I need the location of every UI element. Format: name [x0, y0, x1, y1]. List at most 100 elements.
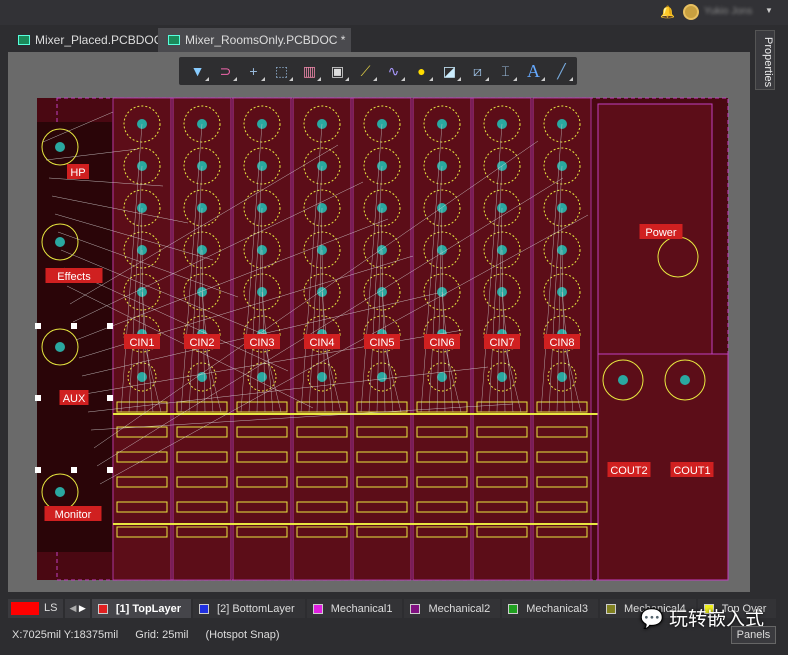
room-label-aux[interactable]: AUX — [59, 390, 89, 405]
tab-mixer-roomsonly[interactable]: Mixer_RoomsOnly.PCBDOC * — [158, 28, 352, 52]
component-icon[interactable]: ▣ — [325, 60, 350, 82]
selection-handle[interactable] — [35, 467, 41, 473]
layer-color-swatch — [312, 604, 323, 614]
layer-color-swatch — [410, 604, 421, 614]
layer-color-swatch — [97, 604, 108, 614]
room-label-hp[interactable]: HP — [67, 164, 89, 179]
pad — [55, 142, 65, 152]
room-label-cin3[interactable]: CIN3 — [244, 334, 280, 349]
title-bar: 🔔 Yukio Jons ▼ — [0, 0, 788, 25]
room-label-cin8[interactable]: CIN8 — [544, 334, 580, 349]
room-label-cin6[interactable]: CIN6 — [424, 334, 460, 349]
panels-button[interactable]: Panels — [731, 626, 776, 644]
chevron-left-icon[interactable]: ◀ — [69, 603, 76, 614]
svg-text:HP: HP — [70, 167, 85, 179]
layer-tabs-bar: LS ◀ ▶ [1] TopLayer [2] BottomLayer Mechan… — [8, 598, 777, 618]
status-bar: X:7025mil Y:18375mil Grid: 25mil (Hotspo… — [12, 629, 294, 641]
layer-color-swatch — [199, 604, 210, 614]
polygon-icon[interactable]: ◪ — [437, 60, 462, 82]
current-layer-color[interactable]: LS — [8, 598, 64, 618]
layer-tab-2-bottomlayer[interactable]: [2] BottomLayer — [193, 598, 305, 618]
pad — [377, 372, 387, 382]
layer-color-swatch — [605, 604, 616, 614]
document-tabs: Mixer_Placed.PCBDOC * Mixer_RoomsOnly.PC… — [0, 28, 750, 52]
select-rect-icon[interactable]: ⬚ — [269, 60, 294, 82]
length-tune-icon[interactable]: ∿ — [381, 60, 406, 82]
pad — [557, 372, 567, 382]
dimension-icon[interactable]: ⌶ — [493, 60, 518, 82]
svg-text:CIN8: CIN8 — [549, 337, 574, 349]
svg-text:AUX: AUX — [63, 393, 86, 405]
selection-handle[interactable] — [107, 395, 113, 401]
room-label-cout2[interactable]: COUT2 — [607, 462, 651, 477]
snap-mode: (Hotspot Snap) — [205, 629, 280, 641]
svg-text:COUT2: COUT2 — [610, 465, 647, 477]
pad — [317, 372, 327, 382]
user-name[interactable]: Yukio Jons — [704, 6, 752, 17]
room-label-power[interactable]: Power — [639, 224, 683, 239]
selection-handle[interactable] — [35, 395, 41, 401]
svg-text:CIN4: CIN4 — [309, 337, 334, 349]
layer-tab-mechanical1[interactable]: Mechanical1 — [306, 598, 403, 618]
selection-handle[interactable] — [35, 323, 41, 329]
svg-text:CIN2: CIN2 — [189, 337, 214, 349]
cross-icon[interactable]: + — [241, 60, 266, 82]
room-label-cin2[interactable]: CIN2 — [184, 334, 220, 349]
chevron-down-icon[interactable]: ▼ — [765, 6, 773, 15]
tab-mixer-placed[interactable]: Mixer_Placed.PCBDOC * — [8, 28, 176, 52]
line-icon[interactable]: ╱ — [549, 60, 574, 82]
active-bar-toolbar: ▼ ⊃ + ⬚ ▥ ▣ ⟋ ∿ ● ◪ ⧄ ⌶ A ╱ — [179, 57, 577, 85]
pad — [137, 372, 147, 382]
layer-tab-mechanical3[interactable]: Mechanical3 — [502, 598, 598, 618]
pad — [497, 372, 507, 382]
selection-handle[interactable] — [107, 467, 113, 473]
layer-tab-1-toplayer[interactable]: [1] TopLayer — [91, 598, 192, 618]
grid-size: Grid: 25mil — [135, 629, 189, 641]
room-label-cin1[interactable]: CIN1 — [124, 334, 160, 349]
svg-text:CIN5: CIN5 — [369, 337, 394, 349]
avatar[interactable] — [683, 4, 699, 20]
svg-text:CIN7: CIN7 — [489, 337, 514, 349]
svg-text:CIN1: CIN1 — [129, 337, 154, 349]
svg-text:COUT1: COUT1 — [673, 465, 710, 477]
cursor-coordinates: X:7025mil Y:18375mil — [12, 629, 119, 641]
route-icon[interactable]: ⟋ — [353, 60, 378, 82]
bell-icon[interactable]: 🔔 — [660, 5, 675, 19]
pcb-doc-icon — [18, 35, 30, 45]
room-label-cout1[interactable]: COUT1 — [670, 462, 714, 477]
room-label-effects[interactable]: Effects — [45, 268, 103, 283]
via-icon[interactable]: ● — [409, 60, 434, 82]
pcb-board[interactable]: HP Effects AUX Monitor CIN1 CIN2 CIN3 CIN4 CIN5 C… — [8, 52, 750, 592]
pad — [257, 372, 267, 382]
align-icon[interactable]: ▥ — [297, 60, 322, 82]
svg-text:Power: Power — [645, 227, 677, 239]
pad — [618, 375, 628, 385]
selection-handle[interactable] — [71, 323, 77, 329]
room-label-cin7[interactable]: CIN7 — [484, 334, 520, 349]
current-layer-swatch — [11, 601, 39, 615]
pad — [437, 372, 447, 382]
filter-icon[interactable]: ▼ — [185, 60, 210, 82]
selection-handle[interactable] — [71, 467, 77, 473]
layer-color-swatch — [508, 604, 519, 614]
svg-text:Effects: Effects — [57, 271, 91, 283]
properties-panel-tab[interactable]: Properties — [755, 30, 775, 90]
interactive-routing-icon[interactable]: ⊃ — [213, 60, 238, 82]
svg-text:CIN3: CIN3 — [249, 337, 274, 349]
svg-text:CIN6: CIN6 — [429, 337, 454, 349]
pcb-doc-icon — [168, 35, 180, 45]
layer-tab-mechanical2[interactable]: Mechanical2 — [404, 598, 501, 618]
pad — [55, 342, 65, 352]
wechat-icon: 💬 — [640, 609, 664, 630]
pad — [55, 487, 65, 497]
text-icon[interactable]: A — [521, 60, 546, 82]
diff-pair-icon[interactable]: ⧄ — [465, 60, 490, 82]
layer-set-label: LS — [44, 602, 58, 614]
room-label-cin5[interactable]: CIN5 — [364, 334, 400, 349]
room-label-cin4[interactable]: CIN4 — [304, 334, 340, 349]
room-label-monitor[interactable]: Monitor — [44, 506, 102, 521]
chevron-right-icon[interactable]: ▶ — [79, 603, 86, 614]
layer-scroll[interactable]: ◀ ▶ — [65, 598, 90, 618]
selection-handle[interactable] — [107, 323, 113, 329]
pad — [680, 375, 690, 385]
